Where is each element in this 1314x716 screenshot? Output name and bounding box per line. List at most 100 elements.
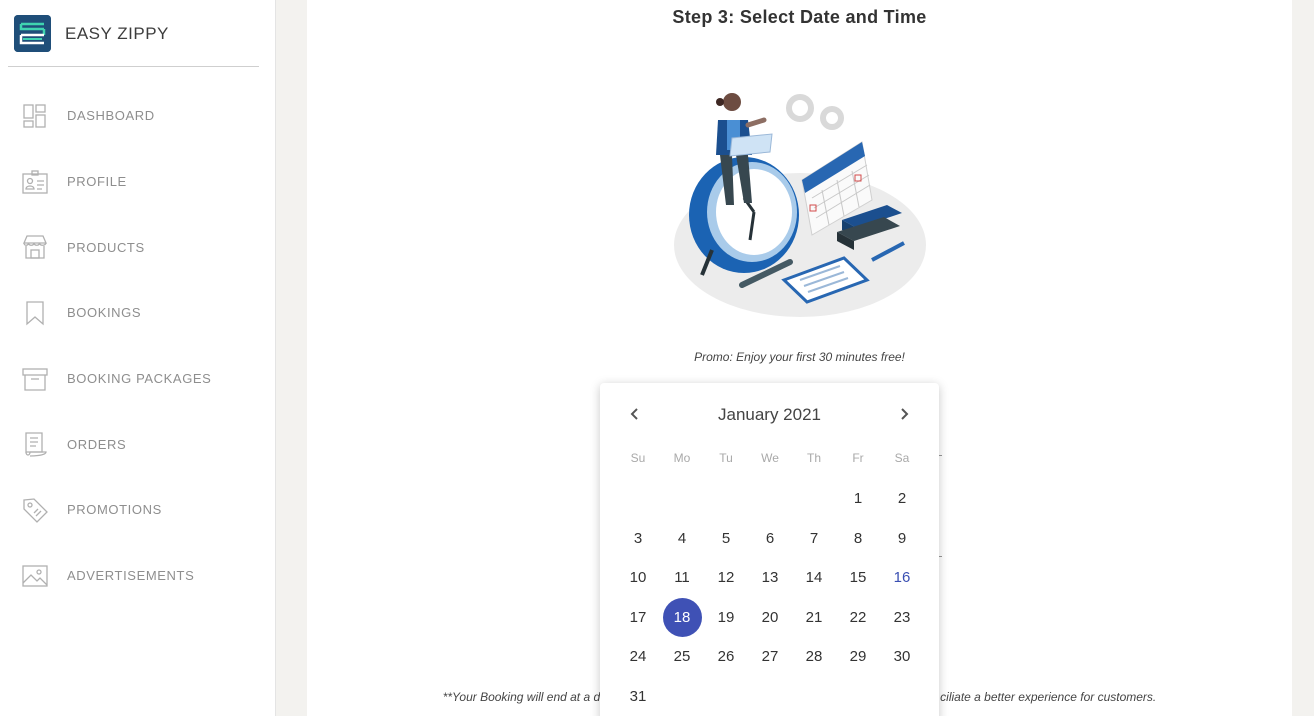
calendar-month-label: January 2021: [717, 405, 822, 424]
date-picker-popup: January 2021 Su Mo Tu We Th Fr Sa 1 2 3 4 5 6 7 8 9 10 1…: [600, 383, 939, 716]
calendar-day-number: 17: [629, 608, 647, 626]
calendar-day-number: 11: [674, 569, 690, 587]
sidebar-item-orders[interactable]: ORDERS: [0, 411, 276, 477]
brand-name: EASY ZIPPY: [65, 23, 169, 43]
sidebar-item-booking-packages[interactable]: BOOKING PACKAGES: [0, 346, 276, 412]
calendar-day-number: 9: [897, 529, 907, 547]
calendar-day-number: 18: [662, 597, 702, 637]
calendar-day-grid: 1 2 3 4 5 6 7 8 9 10 11 12 13 14 15 16 17 18 19 20 21 22 23 24 2…: [616, 479, 924, 716]
sidebar: EASY ZIPPY DASHBOARD PROFILE PRODUCTS BO…: [0, 0, 276, 716]
calendar-day[interactable]: 13: [748, 558, 792, 598]
weekday-label: Th: [806, 451, 821, 465]
tag-icon: [21, 496, 49, 524]
weekday-header-row: Su Mo Tu We Th Fr Sa: [616, 451, 924, 465]
calendar-day[interactable]: 28: [792, 637, 836, 677]
calendar-day[interactable]: 20: [748, 598, 792, 638]
next-month-button[interactable]: [891, 401, 917, 427]
calendar-day[interactable]: 6: [748, 519, 792, 559]
calendar-day[interactable]: 17: [616, 598, 660, 638]
calendar-day[interactable]: 9: [880, 519, 924, 559]
chevron-right-icon: [901, 408, 909, 420]
calendar-day-number: 12: [717, 569, 735, 587]
brand[interactable]: EASY ZIPPY: [14, 15, 169, 52]
calendar-day[interactable]: 11: [660, 558, 704, 598]
weekday-label: Fr: [852, 451, 864, 465]
calendar-day-number: 14: [805, 569, 823, 587]
sidebar-item-label: BOOKINGS: [67, 305, 142, 321]
calendar-day-number: 16: [893, 569, 911, 587]
sidebar-item-advertisements[interactable]: ADVERTISEMENTS: [0, 543, 276, 609]
calendar-blank-cell: [616, 479, 660, 519]
calendar-day[interactable]: 30: [880, 637, 924, 677]
calendar-day[interactable]: 12: [704, 558, 748, 598]
calendar-day-number: 19: [717, 608, 735, 626]
calendar-day[interactable]: 29: [836, 637, 880, 677]
sidebar-item-label: DASHBOARD: [67, 108, 155, 124]
calendar-day[interactable]: 15: [836, 558, 880, 598]
calendar-day-number: 25: [673, 648, 691, 666]
calendar-day-number: 3: [633, 529, 643, 547]
calendar-day[interactable]: 21: [792, 598, 836, 638]
sidebar-item-label: ADVERTISEMENTS: [67, 568, 195, 584]
sidebar-item-label: PROFILE: [67, 174, 127, 190]
calendar-day-number: 15: [849, 569, 867, 587]
calendar-day[interactable]: 27: [748, 637, 792, 677]
sidebar-item-products[interactable]: PRODUCTS: [0, 214, 276, 280]
calendar-day[interactable]: 31: [616, 677, 660, 716]
calendar-day[interactable]: 25: [660, 637, 704, 677]
sidebar-item-label: ORDERS: [67, 436, 127, 452]
calendar-day-number: 13: [761, 569, 779, 587]
calendar-day[interactable]: 26: [704, 637, 748, 677]
sidebar-nav: DASHBOARD PROFILE PRODUCTS BOOKINGS BOOK…: [0, 83, 276, 609]
calendar-day[interactable]: 10: [616, 558, 660, 598]
calendar-day[interactable]: 2: [880, 479, 924, 519]
weekday-label: Su: [630, 451, 646, 465]
weekday-label: Mo: [673, 451, 691, 465]
calendar-day-number: 20: [761, 608, 779, 626]
calendar-day-number: 8: [853, 529, 863, 547]
footnote-right: ciliate a better experience for customer…: [940, 690, 1157, 704]
calendar-blank-cell: [748, 479, 792, 519]
sidebar-divider: [8, 66, 259, 67]
calendar-day[interactable]: 22: [836, 598, 880, 638]
calendar-day-selected[interactable]: 18: [660, 597, 704, 638]
calendar-blank-cell: [792, 479, 836, 519]
sidebar-item-label: BOOKING PACKAGES: [67, 371, 212, 387]
receipt-icon: [21, 430, 49, 458]
scheduling-illustration: [672, 80, 932, 325]
calendar-day[interactable]: 1: [836, 479, 880, 519]
sidebar-item-dashboard[interactable]: DASHBOARD: [0, 83, 276, 149]
sidebar-item-bookings[interactable]: BOOKINGS: [0, 280, 276, 346]
calendar-day[interactable]: 7: [792, 519, 836, 559]
calendar-day-number: 29: [849, 648, 867, 666]
storefront-icon: [21, 233, 49, 261]
sidebar-item-promotions[interactable]: PROMOTIONS: [0, 477, 276, 543]
weekday-label: Sa: [894, 451, 910, 465]
calendar-day-number: 28: [805, 648, 823, 666]
calendar-day-number: 26: [717, 648, 735, 666]
calendar-day-number: 7: [809, 529, 819, 547]
calendar-day[interactable]: 16: [880, 558, 924, 598]
calendar-header: January 2021: [600, 401, 939, 427]
calendar-day-number: 2: [897, 490, 907, 508]
calendar-day[interactable]: 4: [660, 519, 704, 559]
id-card-icon: [21, 168, 49, 196]
calendar-day-number: 23: [893, 608, 911, 626]
calendar-day[interactable]: 3: [616, 519, 660, 559]
footnote-left: **Your Booking will end at a d: [442, 690, 601, 704]
brand-logo-icon: [14, 15, 51, 52]
sidebar-item-label: PRODUCTS: [67, 239, 145, 255]
calendar-blank-cell: [704, 479, 748, 519]
calendar-day[interactable]: 5: [704, 519, 748, 559]
dashboard-icon: [21, 102, 49, 130]
calendar-day[interactable]: 14: [792, 558, 836, 598]
archive-box-icon: [21, 365, 49, 393]
calendar-day[interactable]: 24: [616, 637, 660, 677]
calendar-day-number: 5: [721, 529, 731, 547]
sidebar-item-profile[interactable]: PROFILE: [0, 149, 276, 215]
calendar-day[interactable]: 8: [836, 519, 880, 559]
calendar-day[interactable]: 23: [880, 598, 924, 638]
step-title: Step 3: Select Date and Time: [672, 7, 927, 27]
calendar-day[interactable]: 19: [704, 598, 748, 638]
calendar-day-number: 27: [761, 648, 779, 666]
